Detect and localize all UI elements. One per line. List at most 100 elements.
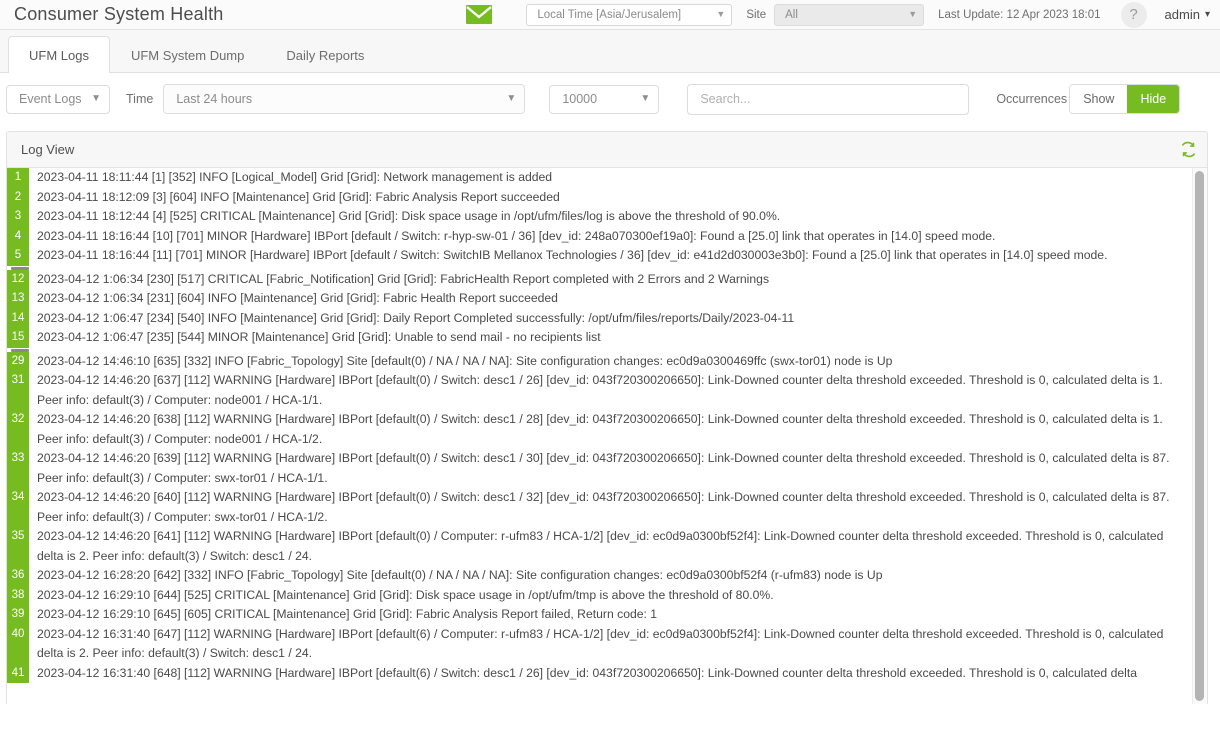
log-line-number: 14 [7, 309, 29, 329]
timezone-value: Local Time [Asia/Jerusalem] [537, 9, 708, 21]
log-line-number: 38 [7, 586, 29, 606]
timezone-select[interactable]: Local Time [Asia/Jerusalem] ▼ [526, 4, 732, 26]
log-row[interactable]: 312023-04-12 14:46:20 [637] [112] WARNIN… [7, 371, 1207, 410]
log-line-number: 40 [7, 625, 29, 664]
log-row[interactable]: 332023-04-12 14:46:20 [639] [112] WARNIN… [7, 449, 1207, 488]
tab-label: UFM Logs [29, 48, 89, 63]
chevron-down-icon: ▼ [640, 94, 650, 104]
log-scrollbar-track[interactable] [1192, 168, 1207, 704]
chevron-down-icon: ▼ [506, 94, 516, 104]
log-row[interactable]: 42023-04-11 18:16:44 [10] [701] MINOR [H… [7, 227, 1207, 247]
log-view-title: Log View [21, 142, 74, 157]
chevron-down-icon: ▼ [91, 94, 101, 104]
log-message: 2023-04-12 16:28:20 [642] [332] INFO [Fa… [29, 566, 1207, 586]
last-update-text: Last Update: 12 Apr 2023 18:01 [938, 9, 1100, 21]
chevron-down-icon: ▼ [716, 10, 725, 19]
row-limit-select[interactable]: 10000 ▼ [549, 85, 659, 114]
log-rows-container: 12023-04-11 18:11:44 [1] [352] INFO [Log… [7, 168, 1207, 683]
log-line-number: 2 [7, 188, 29, 208]
page-title: Consumer System Health [14, 4, 223, 25]
log-line-number: 4 [7, 227, 29, 247]
log-row[interactable]: 52023-04-11 18:16:44 [11] [701] MINOR [H… [7, 246, 1207, 266]
log-row[interactable]: 382023-04-12 16:29:10 [644] [525] CRITIC… [7, 586, 1207, 606]
filter-bar: Event Logs ▼ Time Last 24 hours ▼ 10000 … [0, 73, 1220, 125]
log-message: 2023-04-12 14:46:20 [637] [112] WARNING … [29, 371, 1207, 410]
log-message: 2023-04-12 16:31:40 [648] [112] WARNING … [29, 664, 1207, 684]
log-panel: Log View 12023-04-11 18:11:44 [1] [352] … [6, 131, 1208, 704]
log-row[interactable]: 292023-04-12 14:46:10 [635] [332] INFO [… [7, 352, 1207, 372]
log-line-number: 33 [7, 449, 29, 488]
log-row[interactable]: 142023-04-12 1:06:47 [234] [540] INFO [M… [7, 309, 1207, 329]
log-line-number: 32 [7, 410, 29, 449]
occurrences-hide-button[interactable]: Hide [1127, 85, 1179, 113]
log-line-number: 5 [7, 246, 29, 266]
tab-ufm-system-dump[interactable]: UFM System Dump [110, 36, 265, 73]
log-line-number: 3 [7, 207, 29, 227]
log-group: 12023-04-11 18:11:44 [1] [352] INFO [Log… [7, 168, 1207, 266]
occurrences-show-button[interactable]: Show [1070, 85, 1127, 113]
time-range-value: Last 24 hours [176, 92, 498, 106]
log-message: 2023-04-12 16:29:10 [644] [525] CRITICAL… [29, 586, 1207, 606]
occurrences-show-label: Show [1083, 92, 1114, 106]
occurrences-toggle: Show Hide [1069, 84, 1180, 114]
user-menu[interactable]: admin ▾ [1165, 7, 1210, 22]
log-row[interactable]: 392023-04-12 16:29:10 [645] [605] CRITIC… [7, 605, 1207, 625]
log-type-select[interactable]: Event Logs ▼ [6, 85, 110, 114]
log-row[interactable]: 122023-04-12 1:06:34 [230] [517] CRITICA… [7, 270, 1207, 290]
log-scrollbar-thumb[interactable] [1195, 171, 1204, 701]
log-list[interactable]: 12023-04-11 18:11:44 [1] [352] INFO [Log… [7, 168, 1207, 704]
search-input[interactable] [687, 84, 969, 115]
log-message: 2023-04-11 18:16:44 [11] [701] MINOR [Ha… [29, 246, 1207, 266]
log-line-number: 15 [7, 328, 29, 348]
log-message: 2023-04-12 14:46:10 [635] [332] INFO [Fa… [29, 352, 1207, 372]
tab-daily-reports[interactable]: Daily Reports [265, 36, 385, 73]
log-group: 292023-04-12 14:46:10 [635] [332] INFO [… [7, 352, 1207, 684]
log-row[interactable]: 132023-04-12 1:06:34 [231] [604] INFO [M… [7, 289, 1207, 309]
chevron-down-icon: ▼ [908, 10, 917, 19]
log-message: 2023-04-12 16:31:40 [647] [112] WARNING … [29, 625, 1207, 664]
site-label: Site [746, 9, 766, 21]
mail-icon[interactable] [466, 5, 492, 24]
help-icon[interactable]: ? [1121, 2, 1147, 28]
occurrences-label: Occurrences [996, 92, 1067, 106]
log-line-number: 29 [7, 352, 29, 372]
refresh-icon[interactable] [1180, 141, 1197, 158]
help-glyph: ? [1129, 6, 1137, 23]
log-row[interactable]: 322023-04-12 14:46:20 [638] [112] WARNIN… [7, 410, 1207, 449]
log-line-number: 39 [7, 605, 29, 625]
log-row[interactable]: 152023-04-12 1:06:47 [235] [544] MINOR [… [7, 328, 1207, 348]
log-message: 2023-04-11 18:12:44 [4] [525] CRITICAL [… [29, 207, 1207, 227]
chevron-down-icon: ▾ [1205, 9, 1210, 20]
user-name: admin [1165, 7, 1200, 22]
app-header: Consumer System Health Local Time [Asia/… [0, 0, 1220, 30]
log-message: 2023-04-11 18:12:09 [3] [604] INFO [Main… [29, 188, 1207, 208]
log-line-number: 34 [7, 488, 29, 527]
tab-label: Daily Reports [286, 48, 364, 63]
site-select[interactable]: All ▼ [774, 4, 924, 26]
log-message: 2023-04-12 14:46:20 [638] [112] WARNING … [29, 410, 1207, 449]
row-limit-value: 10000 [562, 92, 632, 106]
log-line-number: 35 [7, 527, 29, 566]
log-row[interactable]: 32023-04-11 18:12:44 [4] [525] CRITICAL … [7, 207, 1207, 227]
log-line-number: 12 [7, 270, 29, 290]
log-message: 2023-04-12 14:46:20 [639] [112] WARNING … [29, 449, 1207, 488]
log-row[interactable]: 342023-04-12 14:46:20 [640] [112] WARNIN… [7, 488, 1207, 527]
log-row[interactable]: 362023-04-12 16:28:20 [642] [332] INFO [… [7, 566, 1207, 586]
log-group-separator [7, 266, 1207, 270]
log-message: 2023-04-12 14:46:20 [640] [112] WARNING … [29, 488, 1207, 527]
log-message: 2023-04-11 18:11:44 [1] [352] INFO [Logi… [29, 168, 1207, 188]
log-message: 2023-04-12 1:06:47 [235] [544] MINOR [Ma… [29, 328, 1207, 348]
log-row[interactable]: 12023-04-11 18:11:44 [1] [352] INFO [Log… [7, 168, 1207, 188]
time-label: Time [126, 92, 153, 106]
site-value: All [785, 9, 900, 21]
tab-bar: UFM Logs UFM System Dump Daily Reports [0, 30, 1220, 73]
log-message: 2023-04-12 1:06:34 [230] [517] CRITICAL … [29, 270, 1207, 290]
log-row[interactable]: 402023-04-12 16:31:40 [647] [112] WARNIN… [7, 625, 1207, 664]
log-row[interactable]: 412023-04-12 16:31:40 [648] [112] WARNIN… [7, 664, 1207, 684]
log-row[interactable]: 22023-04-11 18:12:09 [3] [604] INFO [Mai… [7, 188, 1207, 208]
log-row[interactable]: 352023-04-12 14:46:20 [641] [112] WARNIN… [7, 527, 1207, 566]
tab-ufm-logs[interactable]: UFM Logs [8, 36, 110, 73]
tab-label: UFM System Dump [131, 48, 244, 63]
time-range-select[interactable]: Last 24 hours ▼ [163, 84, 525, 114]
log-message: 2023-04-12 14:46:20 [641] [112] WARNING … [29, 527, 1207, 566]
